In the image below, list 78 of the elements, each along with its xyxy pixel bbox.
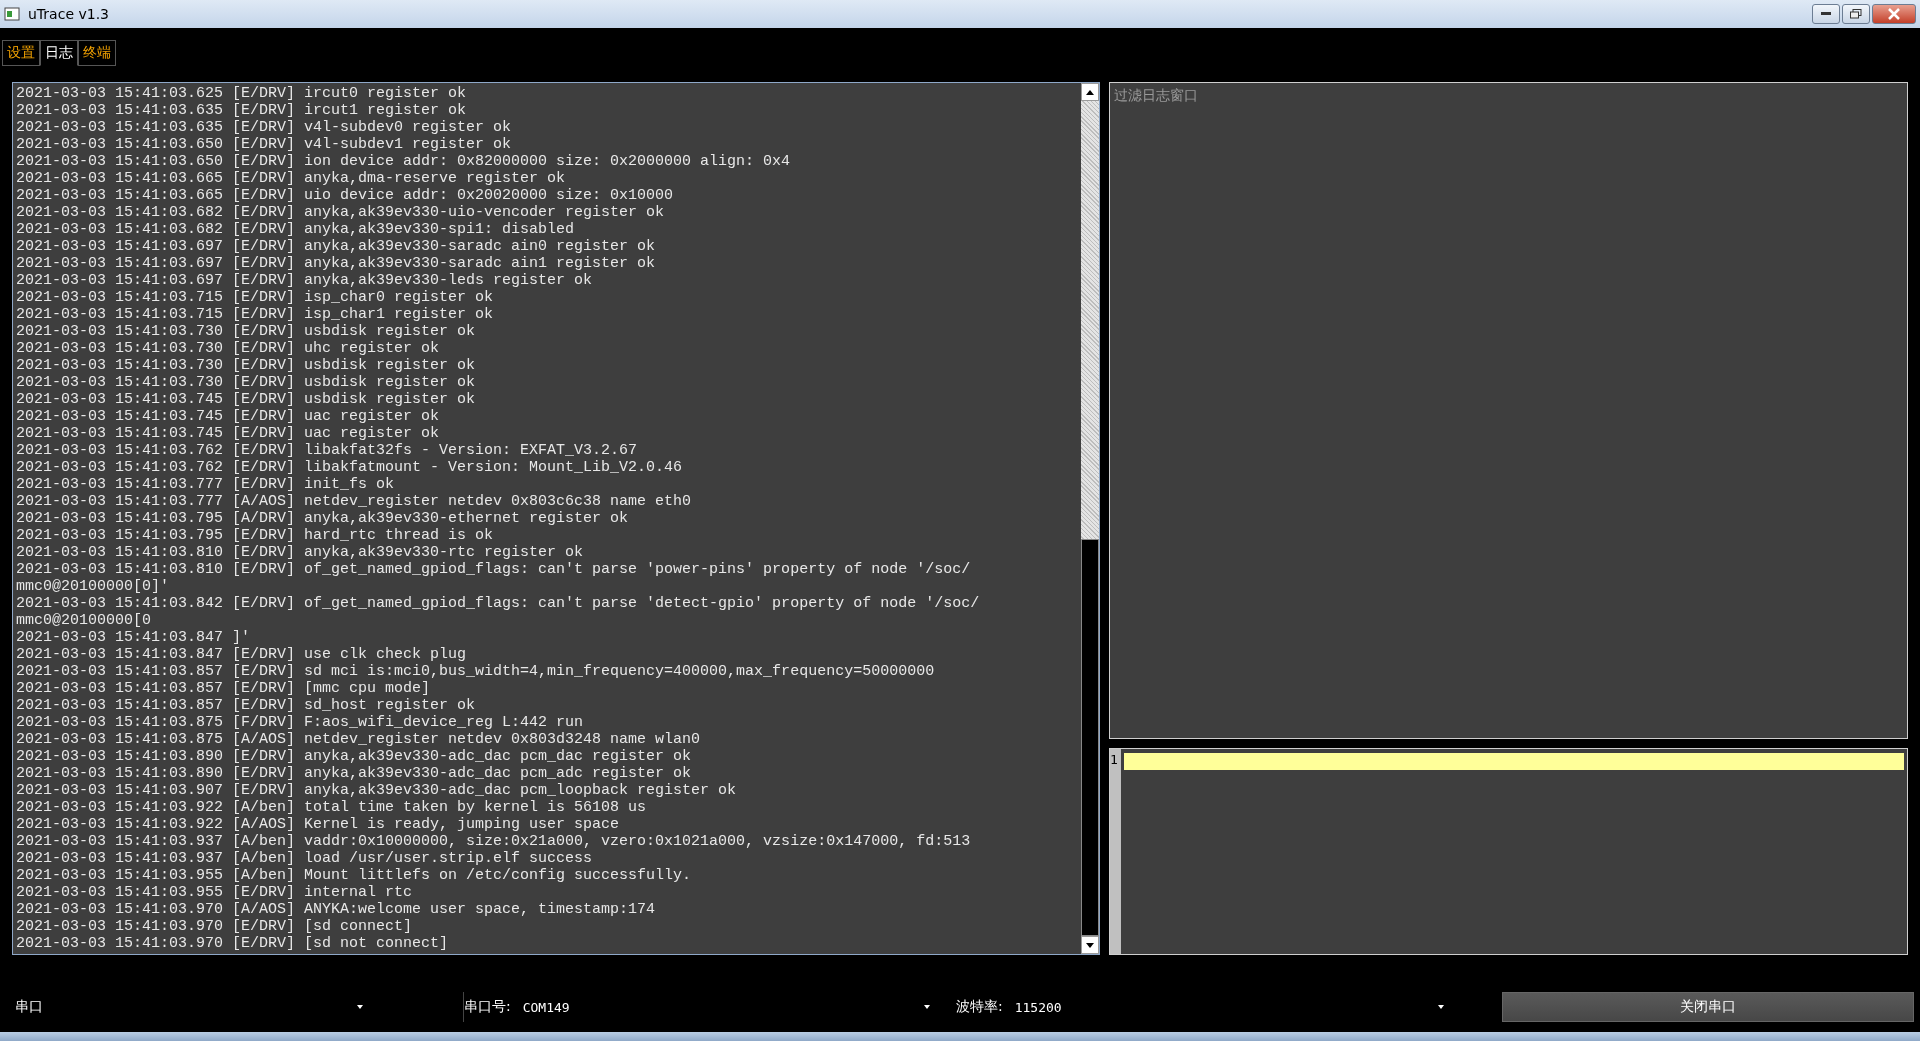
log-line: 2021-03-03 15:41:03.810 [E/DRV] of_get_named_gpiod_flags: can't parse 'power-pins' property of node '/soc/ (16, 561, 972, 578)
up-arrow-icon (1086, 89, 1094, 95)
filter-field[interactable]: 过滤日志窗口 (1109, 82, 1908, 739)
log-line: 2021-03-03 15:41:03.857 [E/DRV] sd mci is:mci0,bus_width=4,min_frequency=400000,max_frequency=50000000 (16, 663, 936, 680)
log-line: 2021-03-03 15:41:03.795 [A/DRV] anyka,ak39ev330-ethernet register ok (16, 510, 630, 527)
baud-dropdown[interactable]: 波特率: 115200 (956, 992, 1496, 1022)
log-line: 2021-03-03 15:41:03.762 [E/DRV] libakfat32fs - Version: EXFAT_V3.2.67 (16, 442, 639, 459)
log-line: 2021-03-03 15:41:03.847 ]' (16, 629, 252, 646)
close-icon (1888, 8, 1900, 20)
log-line: 2021-03-03 15:41:03.635 [E/DRV] v4l-subdev0 register ok (16, 119, 513, 136)
minimize-icon (1821, 12, 1831, 16)
log-line: 2021-03-03 15:41:03.970 [E/DRV] [sd not connect] (16, 935, 450, 952)
log-line: 2021-03-03 15:41:03.937 [A/ben] vaddr:0x10000000, size:0x21a000, vzero:0x1021a000, vzsize:0x147000, fd:513 (16, 833, 972, 850)
log-line: 2021-03-03 15:41:03.635 [E/DRV] ircut1 register ok (16, 102, 468, 119)
app-icon (4, 6, 20, 22)
log-line: 2021-03-03 15:41:03.650 [E/DRV] v4l-subdev1 register ok (16, 136, 513, 153)
caret-icon (357, 1005, 363, 1009)
port-dropdown[interactable]: 串口号: COM149 (463, 992, 938, 1022)
scroll-up-button[interactable] (1081, 83, 1099, 101)
log-line: 2021-03-03 15:41:03.697 [E/DRV] anyka,ak39ev330-leds register ok (16, 272, 594, 289)
restore-icon (1850, 9, 1862, 19)
log-line: 2021-03-03 15:41:03.907 [E/DRV] anyka,ak39ev330-adc_dac pcm_loopback register ok (16, 782, 738, 799)
log-line: 2021-03-03 15:41:03.937 [A/ben] load /usr/user.strip.elf success (16, 850, 594, 867)
log-line: 2021-03-03 15:41:03.857 [E/DRV] [mmc cpu mode] (16, 680, 432, 697)
down-arrow-icon (1086, 942, 1094, 948)
log-line: 2021-03-03 15:41:03.682 [E/DRV] anyka,ak39ev330-uio-vencoder register ok (16, 204, 666, 221)
log-line: 2021-03-03 15:41:03.745 [E/DRV] usbdisk register ok (16, 391, 477, 408)
log-line: 2021-03-03 15:41:03.682 [E/DRV] anyka,ak39ev330-spi1: disabled (16, 221, 576, 238)
window-title: uTrace v1.3 (28, 6, 109, 22)
scroll-down-button[interactable] (1081, 936, 1099, 954)
caret-icon (924, 1005, 930, 1009)
line-number: 1 (1110, 751, 1118, 769)
log-line: 2021-03-03 15:41:03.857 [E/DRV] sd_host register ok (16, 697, 477, 714)
log-line: 2021-03-03 15:41:03.955 [A/ben] Mount littlefs on /etc/config successfully. (16, 867, 693, 884)
log-line: 2021-03-03 15:41:03.762 [E/DRV] libakfatmount - Version: Mount_Lib_V2.0.46 (16, 459, 684, 476)
close-port-button[interactable]: 关闭串口 (1502, 992, 1914, 1022)
minimize-button[interactable] (1812, 4, 1840, 24)
log-line: mmc0@20100000[0 (16, 612, 153, 629)
log-line: 2021-03-03 15:41:03.697 [E/DRV] anyka,ak39ev330-saradc ain0 register ok (16, 238, 657, 255)
log-line: 2021-03-03 15:41:03.922 [A/AOS] Kernel is ready, jumping user space (16, 816, 621, 833)
tab[interactable]: 日志 (40, 40, 78, 66)
scrollbar[interactable] (1081, 83, 1099, 954)
close-button[interactable] (1872, 4, 1916, 24)
tab[interactable]: 终端 (78, 40, 116, 66)
restore-button[interactable] (1842, 4, 1870, 24)
log-line: 2021-03-03 15:41:03.715 [E/DRV] isp_char1 register ok (16, 306, 495, 323)
log-line: 2021-03-03 15:41:03.890 [E/DRV] anyka,ak39ev330-adc_dac pcm_dac register ok (16, 748, 693, 765)
log-line: 2021-03-03 15:41:03.730 [E/DRV] usbdisk register ok (16, 323, 477, 340)
log-line: 2021-03-03 15:41:03.715 [E/DRV] isp_char0 register ok (16, 289, 495, 306)
log-line: 2021-03-03 15:41:03.970 [A/AOS] ANYKA:welcome user space, timestamp:174 (16, 901, 657, 918)
log-line: 2021-03-03 15:41:03.777 [E/DRV] init_fs ok (16, 476, 396, 493)
caret-icon (1438, 1005, 1444, 1009)
log-line: 2021-03-03 15:41:03.875 [A/AOS] netdev_register netdev 0x803d3248 name wlan0 (16, 731, 702, 748)
log-line: 2021-03-03 15:41:03.745 [E/DRV] uac register ok (16, 408, 441, 425)
input-editor[interactable]: 1 (1109, 748, 1908, 955)
log-line: 2021-03-03 15:41:03.970 [E/DRV] [sd connect] (16, 918, 414, 935)
log-line: 2021-03-03 15:41:03.922 [A/ben] total time taken by kernel is 56108 us (16, 799, 648, 816)
log-line: 2021-03-03 15:41:03.955 [E/DRV] internal rtc (16, 884, 414, 901)
log-line: 2021-03-03 15:41:03.665 [E/DRV] anyka,dma-reserve register ok (16, 170, 567, 187)
log-line: 2021-03-03 15:41:03.697 [E/DRV] anyka,ak39ev330-saradc ain1 register ok (16, 255, 657, 272)
log-line: 2021-03-03 15:41:03.730 [E/DRV] usbdisk register ok (16, 357, 477, 374)
log-line: 2021-03-03 15:41:03.890 [E/DRV] anyka,ak39ev330-adc_dac pcm_adc register ok (16, 765, 693, 782)
log-line: 2021-03-03 15:41:03.810 [E/DRV] anyka,ak39ev330-rtc register ok (16, 544, 585, 561)
scroll-thumb[interactable] (1081, 539, 1099, 936)
tab[interactable]: 设置 (2, 40, 40, 66)
log-line: 2021-03-03 15:41:03.847 [E/DRV] use clk check plug (16, 646, 468, 663)
mode-dropdown[interactable]: 串口 (0, 992, 463, 1022)
log-line: 2021-03-03 15:41:03.665 [E/DRV] uio device addr: 0x20020000 size: 0x10000 (16, 187, 675, 204)
log-line: 2021-03-03 15:41:03.730 [E/DRV] usbdisk register ok (16, 374, 477, 391)
log-line: 2021-03-03 15:41:03.795 [E/DRV] hard_rtc thread is ok (16, 527, 495, 544)
log-line: 2021-03-03 15:41:03.650 [E/DRV] ion device addr: 0x82000000 size: 0x2000000 align: 0x4 (16, 153, 792, 170)
log-line: 2021-03-03 15:41:03.745 [E/DRV] uac register ok (16, 425, 441, 442)
log-line: mmc0@20100000[0]' (16, 578, 171, 595)
log-line: 2021-03-03 15:41:03.875 [F/DRV] F:aos_wifi_device_reg L:442 run (16, 714, 585, 731)
log-line: 2021-03-03 15:41:03.777 [A/AOS] netdev_register netdev 0x803c6c38 name eth0 (16, 493, 693, 510)
log-line: 2021-03-03 15:41:03.730 [E/DRV] uhc register ok (16, 340, 441, 357)
log-line: 2021-03-03 15:41:03.625 [E/DRV] ircut0 register ok (16, 85, 468, 102)
log-line: 2021-03-03 15:41:03.842 [E/DRV] of_get_named_gpiod_flags: can't parse 'detect-gpio' property of node '/soc/ (16, 595, 981, 612)
